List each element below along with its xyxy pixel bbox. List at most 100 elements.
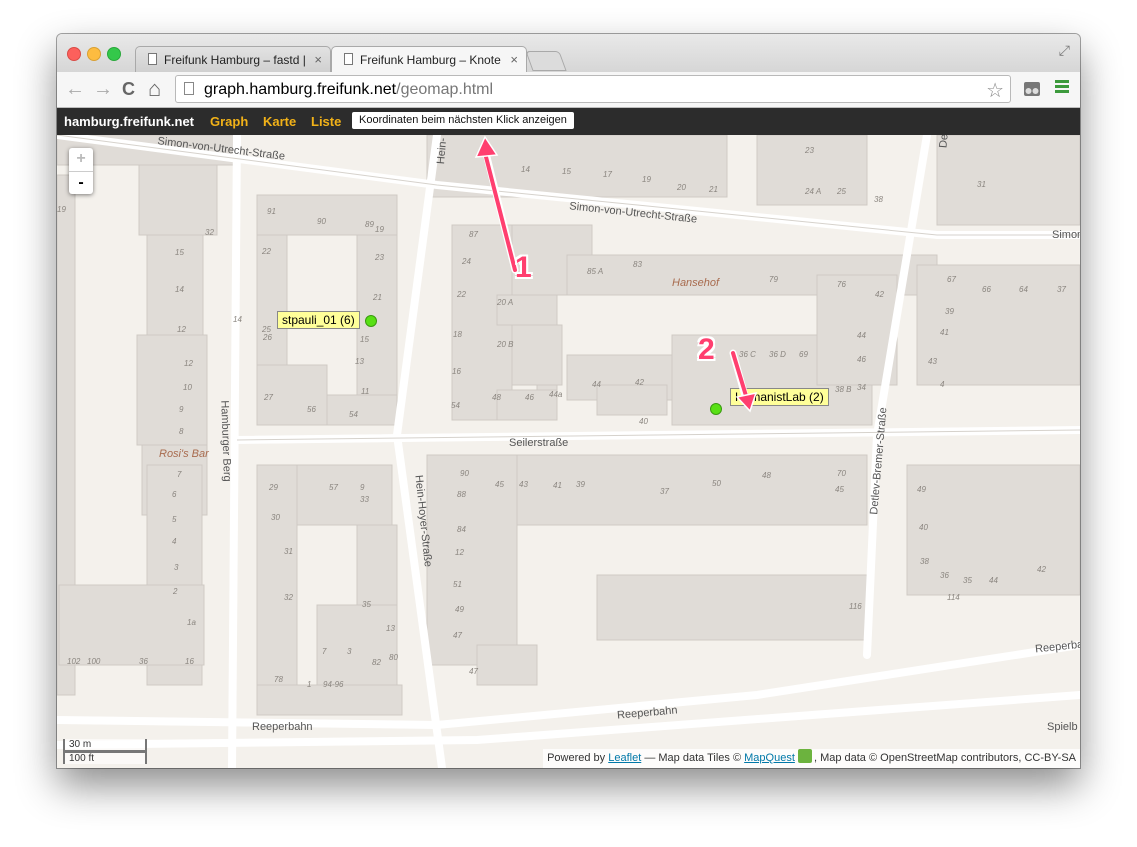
coordinates-button[interactable]: Koordinaten beim nächsten Klick anzeigen — [352, 112, 574, 129]
window-maximize-button[interactable] — [107, 47, 121, 61]
house-number: 9 — [179, 405, 184, 414]
house-number: 20 B — [497, 340, 514, 349]
zoom-in-button[interactable]: + — [69, 148, 93, 172]
house-number: 38 B — [835, 385, 852, 394]
page-icon — [148, 53, 157, 65]
house-number: 35 — [963, 576, 972, 585]
house-number: 12 — [455, 548, 464, 557]
close-icon[interactable]: × — [510, 52, 518, 67]
fullscreen-icon[interactable]: ⤢ — [1059, 42, 1070, 59]
nav-link-karte[interactable]: Karte — [263, 114, 296, 129]
house-number: 19 — [57, 205, 66, 214]
forward-icon[interactable]: → — [93, 78, 113, 101]
house-number: 15 — [562, 167, 571, 176]
attribution-text: , Map data © OpenStreetMap contributors,… — [813, 752, 1076, 764]
street-label: De — [937, 135, 951, 149]
leaflet-link[interactable]: Leaflet — [608, 752, 641, 764]
brand-link[interactable]: hamburg.freifunk.net — [64, 114, 194, 129]
house-number: 42 — [1037, 565, 1046, 574]
house-number: 36 C — [739, 350, 756, 359]
house-number: 19 — [642, 175, 651, 184]
house-number: 4 — [172, 537, 177, 546]
house-number: 46 — [525, 393, 534, 402]
node-label-stpauli[interactable]: stpauli_01 (6) — [277, 311, 360, 329]
house-number: 49 — [917, 485, 926, 494]
house-number: 80 — [389, 653, 398, 662]
bookmark-star-icon[interactable]: ☆ — [986, 78, 1004, 103]
house-number: 25 — [837, 187, 846, 196]
node-marker-humanistlab[interactable] — [710, 403, 722, 415]
new-tab-button[interactable] — [525, 51, 567, 71]
house-number: 3 — [347, 647, 352, 656]
house-number: 9 — [360, 483, 365, 492]
node-label-humanistlab[interactable]: HumanistLab (2) — [730, 388, 829, 406]
house-number: 14 — [233, 315, 242, 324]
callout-1: 1 — [515, 251, 532, 284]
house-number: 14 — [175, 285, 184, 294]
scale-imperial: 100 ft — [63, 751, 147, 764]
house-number: 89 — [365, 220, 374, 229]
house-number: 21 — [709, 185, 718, 194]
node-marker-stpauli[interactable] — [365, 315, 377, 327]
back-icon[interactable]: ← — [65, 78, 85, 101]
tab-knoten[interactable]: Freifunk Hamburg – Knote × — [331, 46, 527, 72]
tab-strip: Freifunk Hamburg – fastd | × Freifunk Ha… — [57, 34, 1080, 72]
house-number: 14 — [521, 165, 530, 174]
house-number: 102 — [67, 657, 81, 666]
map-view[interactable]: Simon-von-Utrecht-Straße Simon-von-Utrec… — [57, 135, 1080, 768]
house-number: 2 — [173, 587, 178, 596]
house-number: 36 — [940, 571, 949, 580]
house-number: 27 — [264, 393, 273, 402]
house-number: 23 — [375, 253, 384, 262]
house-number: 44 — [592, 380, 601, 389]
house-number: 40 — [639, 417, 648, 426]
page-icon — [344, 53, 353, 65]
browser-toolbar: ← → C ⌂ graph.hamburg.freifunk.net/geoma… — [57, 72, 1080, 108]
close-icon[interactable]: × — [314, 52, 322, 67]
house-number: 67 — [947, 275, 956, 284]
window-minimize-button[interactable] — [87, 47, 101, 61]
house-number: 23 — [805, 146, 814, 155]
reload-icon[interactable]: C — [122, 79, 135, 100]
house-number: 46 — [857, 355, 866, 364]
extension-icon[interactable] — [1023, 80, 1041, 98]
street-label: Spielb — [1047, 721, 1078, 733]
house-number: 54 — [349, 410, 358, 419]
scale-bar: 30 m 100 ft — [63, 739, 147, 764]
house-number: 1a — [187, 618, 196, 627]
house-number: 79 — [769, 275, 778, 284]
house-number: 66 — [982, 285, 991, 294]
house-number: 5 — [172, 515, 177, 524]
house-number: 8 — [179, 427, 184, 436]
callout-2: 2 — [698, 333, 715, 366]
house-number: 21 — [373, 293, 382, 302]
window-close-button[interactable] — [67, 47, 81, 61]
house-number: 24 A — [805, 187, 822, 196]
house-number: 44 — [857, 331, 866, 340]
nav-link-graph[interactable]: Graph — [210, 114, 248, 129]
tab-fastd[interactable]: Freifunk Hamburg – fastd | × — [135, 46, 331, 72]
house-number: 43 — [519, 480, 528, 489]
house-number: 100 — [87, 657, 101, 666]
zoom-out-button[interactable]: - — [69, 172, 93, 195]
mapquest-link[interactable]: MapQuest — [744, 752, 795, 764]
house-number: 90 — [460, 469, 469, 478]
house-number: 45 — [495, 480, 504, 489]
house-number: 7 — [177, 470, 182, 479]
map-attribution: Powered by Leaflet — Map data Tiles © Ma… — [543, 749, 1080, 768]
house-number: 82 — [372, 658, 381, 667]
house-number: 37 — [660, 487, 669, 496]
house-number: 11 — [361, 387, 370, 396]
house-number: 32 — [205, 228, 214, 237]
address-bar[interactable]: graph.hamburg.freifunk.net/geomap.html ☆ — [175, 75, 1011, 103]
house-number: 18 — [453, 330, 462, 339]
menu-icon[interactable] — [1055, 80, 1069, 94]
house-number: 1 — [307, 680, 312, 689]
house-number: 22 — [457, 290, 466, 299]
house-number: 48 — [762, 471, 771, 480]
mapquest-logo-icon — [797, 749, 812, 763]
house-number: 84 — [457, 525, 466, 534]
house-number: 70 — [837, 469, 846, 478]
nav-link-liste[interactable]: Liste — [311, 114, 341, 129]
home-icon[interactable]: ⌂ — [148, 76, 161, 102]
